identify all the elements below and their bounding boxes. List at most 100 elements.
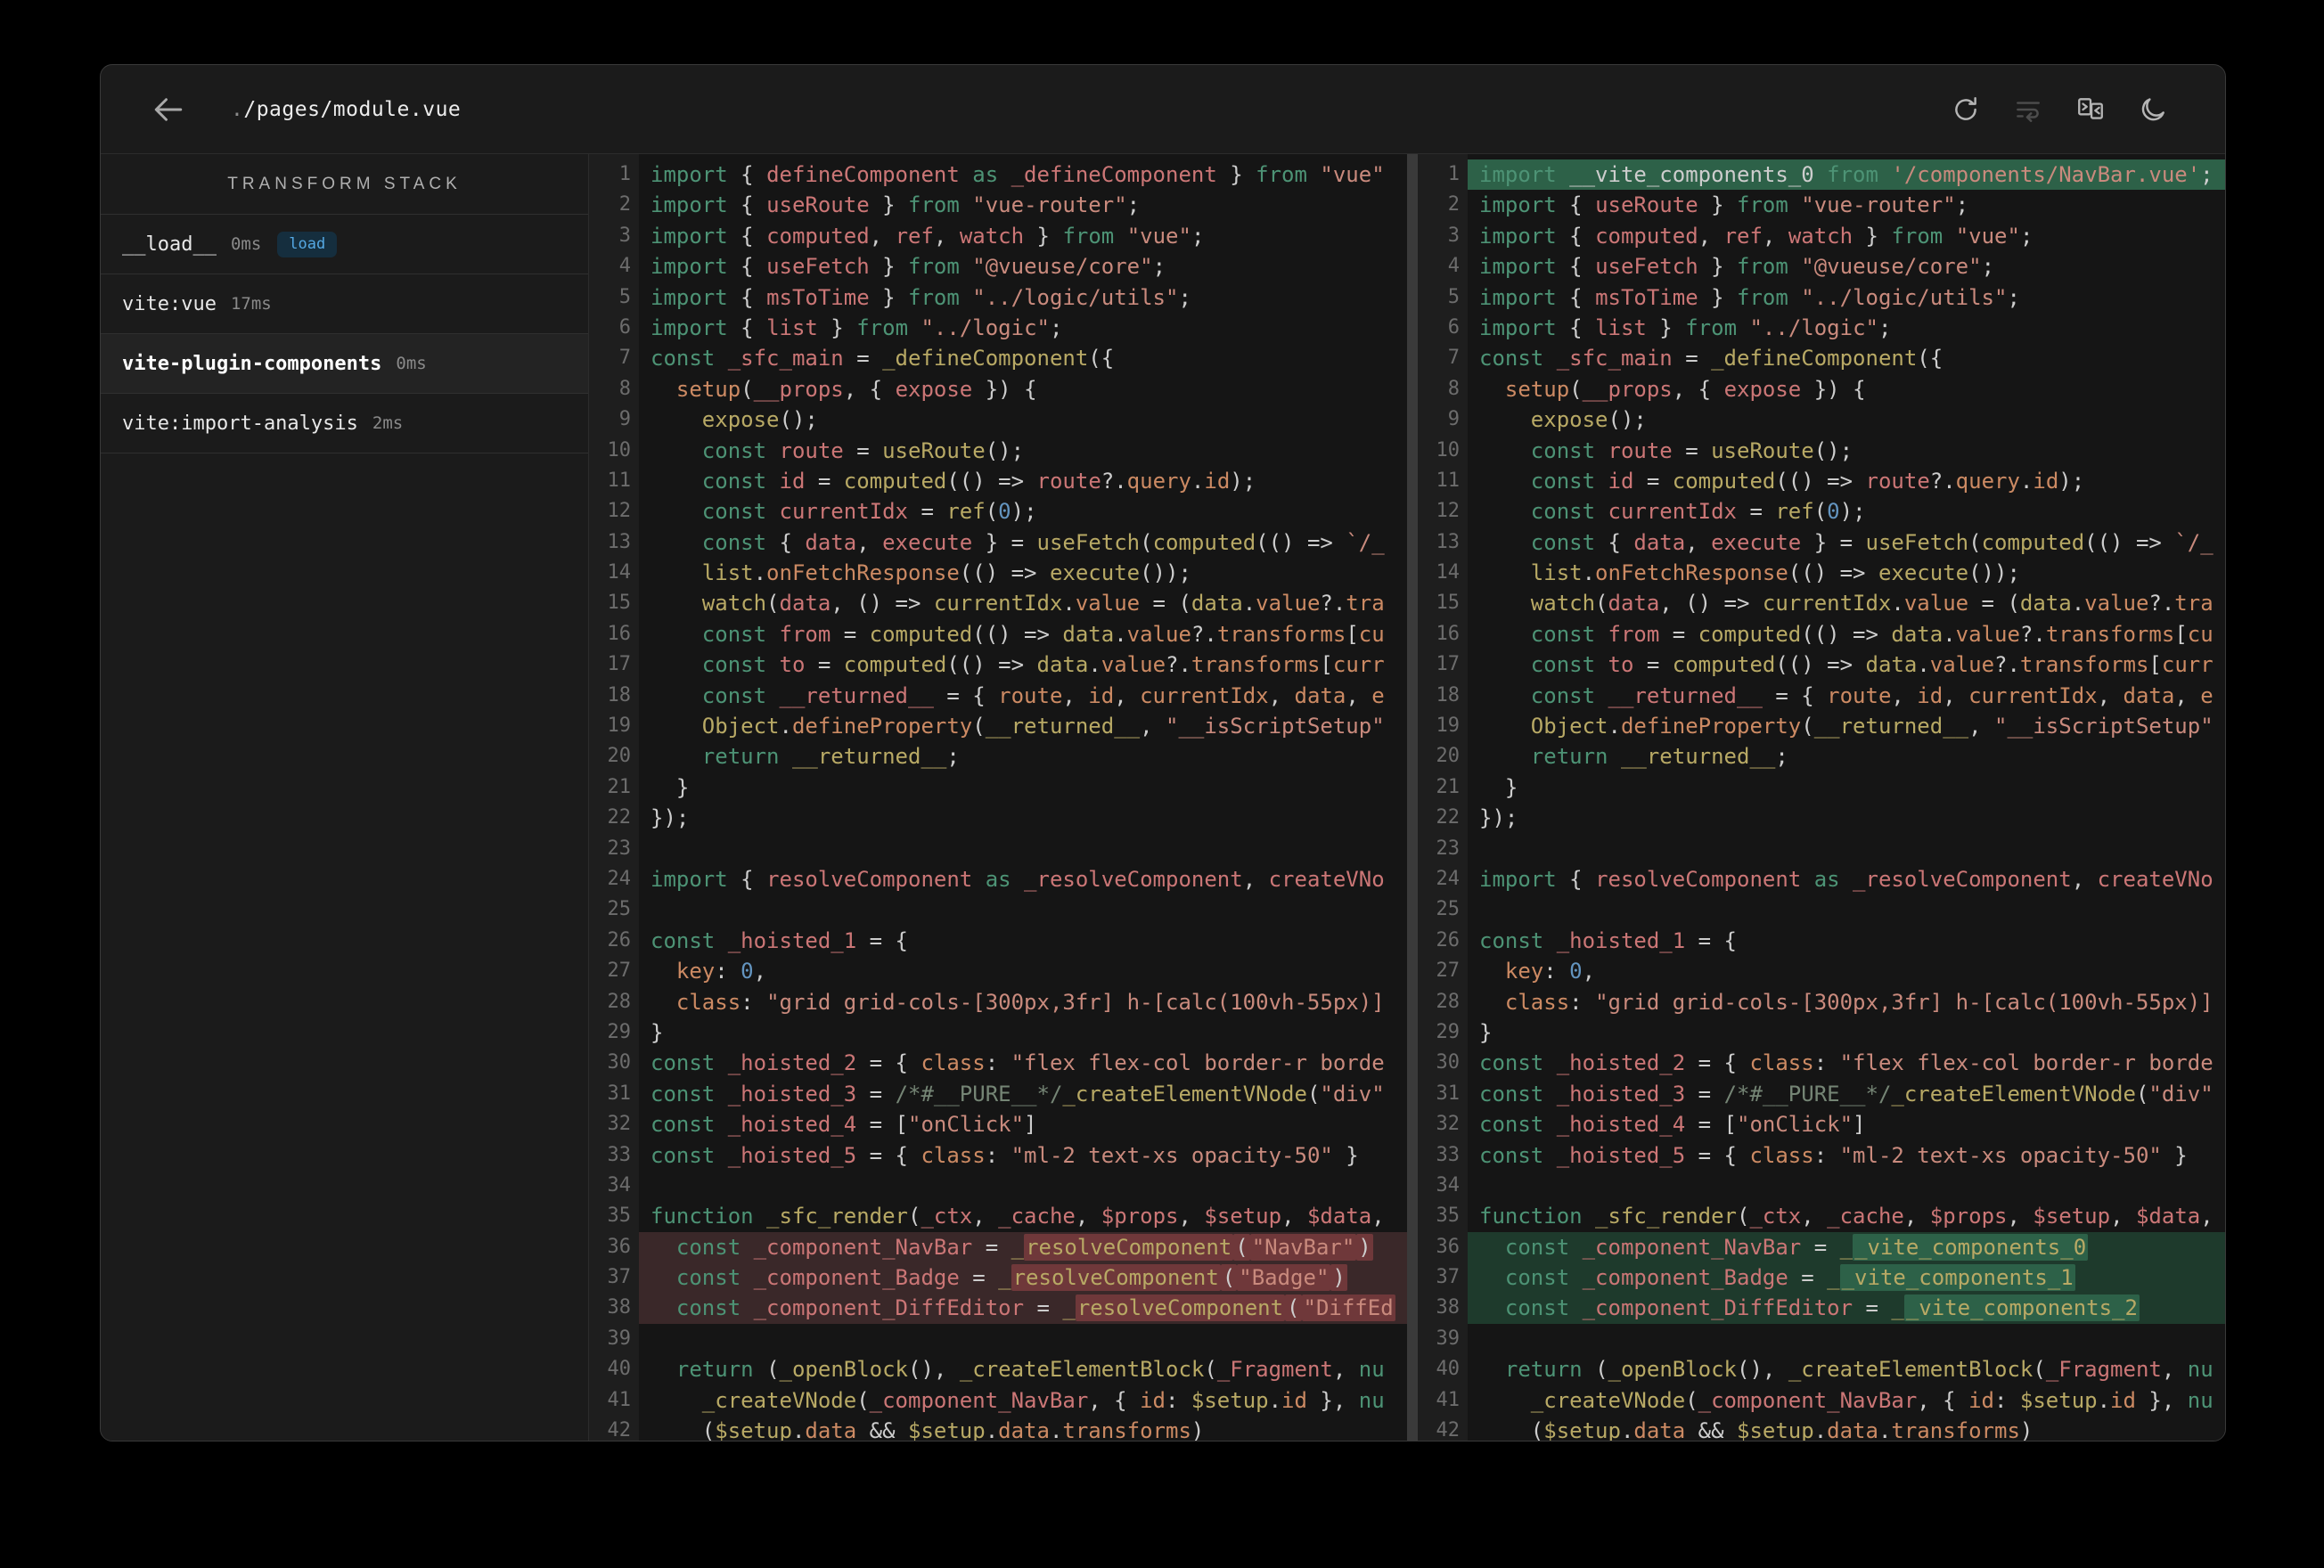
- code-text: const _sfc_main = _defineComponent({: [651, 346, 1115, 372]
- line-number: 18: [1436, 683, 1461, 706]
- line-number: 3: [1447, 224, 1460, 247]
- line-number: 30: [607, 1051, 632, 1074]
- line-number: 9: [618, 408, 631, 431]
- code-text: const _hoisted_2 = { class: "flex flex-c…: [1479, 1050, 2214, 1076]
- line-wrap-button[interactable]: [2013, 94, 2043, 125]
- code-line: 38 const _component_DiffEditor = __vite_…: [1418, 1293, 2225, 1324]
- line-number: 32: [607, 1113, 632, 1136]
- code-line: 42 ($setup.data && $setup.data.transform…: [589, 1416, 1407, 1441]
- code-line: 39: [1418, 1324, 2225, 1354]
- code-text: list.onFetchResponse(() => execute());: [1530, 560, 2020, 586]
- transform-stack-item[interactable]: vite:vue 17ms: [101, 274, 588, 334]
- title-path: /pages/module.vue: [243, 97, 462, 121]
- line-number: 42: [607, 1419, 632, 1441]
- code-text: }: [651, 1019, 664, 1045]
- code-line: 14 list.onFetchResponse(() => execute())…: [589, 558, 1407, 588]
- code-text: watch(data, () => currentIdx.value = (da…: [1530, 591, 2214, 617]
- main-area: TRANSFORM STACK __load__ 0ms load vite:vue 1…: [101, 154, 2225, 1441]
- code-text: const currentIdx = ref(0);: [1530, 499, 1866, 525]
- diff-removed-highlight: (: [1285, 1294, 1302, 1322]
- plugin-name: __load__: [122, 233, 217, 256]
- line-number: 41: [1436, 1388, 1461, 1411]
- code-line: 30 const _hoisted_2 = { class: "flex flex…: [589, 1048, 1407, 1078]
- code-line: 36 const _component_NavBar = _resolveCom…: [589, 1231, 1407, 1263]
- code-line: 18 const __returned__ = { route, id, cur…: [1418, 681, 2225, 711]
- code-text: setup(__props, { expose }) {: [675, 376, 1037, 402]
- line-number: 2: [1447, 193, 1460, 216]
- code-text: const _hoisted_4 = ["onClick"]: [1479, 1112, 1866, 1138]
- line-number: 1: [618, 163, 631, 185]
- code-line: 19 Object.defineProperty(__returned__, "…: [1418, 711, 2225, 741]
- back-button[interactable]: [151, 92, 186, 127]
- code-text: });: [651, 805, 690, 831]
- code-line: 5 import { msToTime } from "../logic/util…: [589, 282, 1407, 313]
- code-text: });: [1479, 805, 1518, 831]
- code-line: 29}: [1418, 1017, 2225, 1048]
- line-number: 6: [618, 315, 631, 339]
- diff-removed-highlight: (: [1220, 1264, 1238, 1292]
- code-text: import { msToTime } from "../logic/utils…: [651, 284, 1191, 310]
- code-text: const _hoisted_3 = /*#__PURE__*/_createE…: [651, 1081, 1385, 1107]
- code-text: _createVNode(_component_NavBar, { id: $s…: [701, 1387, 1385, 1413]
- line-number: 37: [1436, 1266, 1461, 1289]
- code-line: 10 const route = useRoute();: [1418, 436, 2225, 466]
- side-by-side-button[interactable]: [2075, 94, 2106, 125]
- line-wrap-icon: [2013, 101, 2043, 128]
- code-line: 1 import { defineComponent as _defineComp…: [589, 159, 1407, 190]
- line-number: 1: [1447, 163, 1460, 185]
- code-text: const __returned__ = { route, id, curren…: [701, 682, 1385, 708]
- code-line: 13 const { data, execute } = useFetch(co…: [589, 527, 1407, 558]
- dark-mode-toggle[interactable]: [2138, 94, 2168, 125]
- code-line: 29}: [589, 1017, 1407, 1048]
- diff-view: 1 import { defineComponent as _defineComp…: [589, 154, 2225, 1441]
- code-text: key: 0,: [675, 959, 767, 984]
- code-text: import { resolveComponent as _resolveCom…: [651, 866, 1385, 892]
- code-text: import { defineComponent as _defineCompo…: [651, 162, 1385, 187]
- code-line: 1 import __vite_components_0 from '/compo…: [1418, 159, 2225, 191]
- plugin-time: 17ms: [230, 294, 272, 314]
- code-text: _createVNode(_component_NavBar, { id: $s…: [1530, 1387, 2214, 1413]
- line-number: 6: [1447, 315, 1460, 339]
- diff-pane-before[interactable]: 1 import { defineComponent as _defineComp…: [589, 154, 1407, 1441]
- diff-removed-highlight: resolveComponent: [1024, 1233, 1234, 1261]
- code-line: 22});: [589, 803, 1407, 833]
- code-line: 38 const _component_DiffEditor = _resolv…: [589, 1293, 1407, 1324]
- code-line: 34: [589, 1171, 1407, 1201]
- code-text: return __returned__;: [1530, 744, 1788, 770]
- code-text: const _component_NavBar = __vite_compone…: [1468, 1231, 2225, 1263]
- line-number: 28: [1436, 990, 1461, 1013]
- line-number: 25: [1436, 898, 1461, 921]
- pane-scrollbar[interactable]: [1407, 154, 1418, 1441]
- line-number: 16: [1436, 622, 1461, 645]
- line-number: 22: [1436, 806, 1461, 829]
- code-text: const _hoisted_2 = { class: "flex flex-c…: [651, 1050, 1385, 1076]
- transform-stack-item[interactable]: __load__ 0ms load: [101, 215, 588, 274]
- line-number: 36: [1436, 1235, 1461, 1258]
- line-number: 13: [607, 530, 632, 553]
- code-text: import { msToTime } from "../logic/utils…: [1479, 284, 2020, 310]
- line-number: 27: [607, 960, 632, 983]
- code-line: 25: [1418, 894, 2225, 925]
- line-number: 12: [607, 500, 632, 523]
- transform-stack-item[interactable]: vite-plugin-components 0ms: [101, 334, 588, 394]
- code-line: 33 const _hoisted_5 = { class: "ml-2 text…: [1418, 1140, 2225, 1171]
- code-line: 3 import { computed, ref, watch } from "v…: [589, 221, 1407, 251]
- line-number: 14: [1436, 561, 1461, 584]
- code-text: expose();: [701, 407, 818, 433]
- code-line: 24 import { resolveComponent as _resolveC…: [589, 864, 1407, 894]
- diff-removed-highlight: "Badge": [1237, 1264, 1331, 1292]
- code-text: const _component_NavBar = _resolveCompon…: [639, 1231, 1407, 1263]
- line-number: 26: [1436, 928, 1461, 951]
- line-number: 4: [1447, 255, 1460, 278]
- code-text: const to = computed(() => data.value?.tr…: [701, 652, 1385, 678]
- code-text: return (_openBlock(), _createElementBloc…: [1504, 1357, 2214, 1383]
- code-text: const _hoisted_4 = ["onClick"]: [651, 1112, 1037, 1138]
- refresh-button[interactable]: [1951, 94, 1981, 125]
- line-number: 3: [618, 224, 631, 247]
- inspector-window: ./pages/module.vue TRANSFORM STACK __loa…: [100, 64, 2226, 1441]
- transform-stack-item[interactable]: vite:import-analysis 2ms: [101, 394, 588, 453]
- diff-pane-after[interactable]: 1 import __vite_components_0 from '/compo…: [1418, 154, 2225, 1441]
